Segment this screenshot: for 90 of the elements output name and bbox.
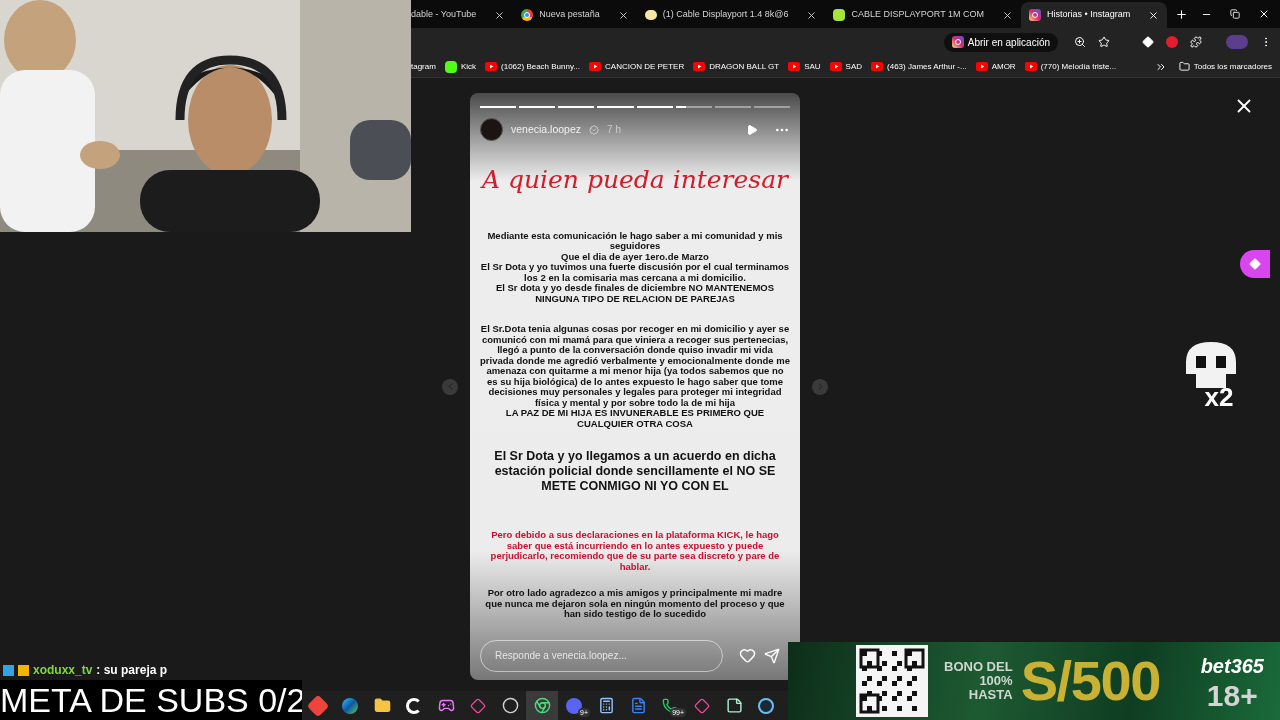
youtube-icon xyxy=(871,62,884,71)
crown-icon xyxy=(18,664,29,676)
play-icon[interactable] xyxy=(746,123,758,136)
bookmark-item[interactable]: (1062) Beach Bunny... xyxy=(485,60,581,73)
bookmark-item[interactable]: tagram xyxy=(411,60,436,73)
story-heading: A quien pueda interesar xyxy=(481,164,789,196)
bookmark-star-icon[interactable] xyxy=(1098,36,1110,48)
close-icon[interactable] xyxy=(1002,9,1014,21)
all-bookmarks-item[interactable]: Todos los marcadores xyxy=(1178,60,1272,73)
extensions-icon[interactable] xyxy=(1190,36,1202,48)
youtube-icon xyxy=(975,62,988,71)
record-icon xyxy=(501,697,519,714)
story-text: Pero debido a sus declaraciones en la plataforma KICK, le hago saber que está incurriendo en lo antes expuesto y puede perjudicarlo, recomiendo que de su parte sea discreto y pare de hablar. xyxy=(489,530,781,572)
chrome-icon xyxy=(521,9,534,21)
document-icon xyxy=(629,697,647,714)
note-icon xyxy=(725,697,743,714)
browser-tab[interactable]: CABLE DISPLAYPORT 1M COM xyxy=(825,2,1022,28)
calculator-icon xyxy=(597,697,615,714)
bookmark-item[interactable]: SAU xyxy=(788,60,821,73)
new-tab-icon[interactable] xyxy=(1175,8,1189,21)
tab-title: Nueva pestaña xyxy=(539,8,600,22)
youtube-icon xyxy=(485,62,498,71)
youtube-icon xyxy=(693,62,706,71)
chrome-icon xyxy=(533,697,551,714)
youtube-icon xyxy=(788,62,801,71)
story-text: El Sr.Dota tenia algunas cosas por recoger en mi domicilio y ayer se comunicó con mi mamá para que viniera a recoger sus pertenecias, llegó a punto de la conversación donde quiso invadir mi vida privada donde me agredió verbalmente y emocionalmente donde me amenaza con quitarme a mi menor hija (ya todos sabemos que no es su hija biológica) de lo antes expuesto le hago saber que tome decisiones muy personales y legales para proteger mi integridad física y mental y por sobre todo la de mi hija LA PAZ DE MI HIJA ES INVUNERABLE ES PRIMERO QUE CUALQUIER OTRA COSA xyxy=(480,324,790,429)
ad-amount: S/500 xyxy=(1020,653,1160,709)
avatar[interactable] xyxy=(480,118,503,141)
close-icon[interactable] xyxy=(617,9,629,21)
kick-icon xyxy=(444,60,457,73)
diamond-icon xyxy=(1249,258,1261,270)
age-label: 18+ xyxy=(1206,681,1258,711)
subs-goal: META DE SUBS 0/2 xyxy=(0,680,302,720)
story-text: Por otro lado agradezco a mis amigos y principalmente mi madre que nunca me dejaron sola en ningún momento del proceso y que han sido testigo de lo sucedido xyxy=(484,588,786,620)
chat-username: xoduxx_tv xyxy=(33,662,93,679)
restore-icon[interactable] xyxy=(1230,9,1240,19)
chat-text: : su pareja p xyxy=(96,662,168,679)
bookmark-item[interactable]: SAD xyxy=(829,60,863,73)
story-text: Mediante esta comunicación le hago saber a mi comunidad y mis seguidores Que el dia de ayer 1ero.de Marzo El Sr Dota y yo tuvimos una fuerte discusión por el cual terminamos los 2 en la comisaria mas cercana a mi domicilio. El Sr dota y yo desde finales de diciembre NO MANTENEMOS NINGUNA TIPO DE RELACION DE PAREJAS xyxy=(480,230,790,304)
open-app-button[interactable]: Abrir en aplicación xyxy=(943,32,1058,52)
folder-icon xyxy=(1178,61,1190,72)
diamond-icon xyxy=(694,697,710,714)
ad-text: 100% xyxy=(979,674,1013,688)
youtube-icon xyxy=(1024,62,1037,71)
brand-logo: bet365 xyxy=(1200,654,1264,679)
steam-icon xyxy=(758,697,774,714)
instagram-icon xyxy=(1029,9,1042,21)
bookmark-item[interactable]: AMOR xyxy=(975,60,1016,73)
ad-text: HASTA xyxy=(968,688,1013,702)
diamond-icon xyxy=(470,697,486,714)
taskbar-button[interactable] xyxy=(526,691,558,720)
browser-tab[interactable]: Nueva pestaña xyxy=(513,2,637,28)
reply-input[interactable]: Responde a venecia.loopez... xyxy=(495,648,708,663)
send-icon[interactable] xyxy=(764,647,780,664)
badge-icon xyxy=(3,664,14,676)
qr-code-icon xyxy=(856,645,928,717)
like-icon[interactable] xyxy=(739,647,756,664)
close-icon[interactable] xyxy=(806,9,818,21)
browser-icon xyxy=(342,697,358,714)
chat-app-icon xyxy=(566,697,582,714)
story-text: El Sr Dota y yo llegamos a un acuerdo en dicha estación policial donde sencillamente el NO SE METE CONMIGO NI YO CON EL xyxy=(493,449,777,494)
extension-icon[interactable] xyxy=(1142,36,1154,48)
bookmark-item[interactable]: DRAGON BALL GT xyxy=(693,60,780,73)
bookmark-item[interactable]: Kick xyxy=(444,60,477,73)
gamepad-icon xyxy=(437,697,455,714)
tab-title: Historias • Instagram xyxy=(1047,8,1131,22)
close-icon[interactable] xyxy=(1258,8,1270,20)
zoom-icon[interactable] xyxy=(1074,36,1086,48)
story-time: 7 h xyxy=(607,123,621,137)
instagram-icon xyxy=(951,36,964,48)
bookmark-item[interactable]: (770) Melodía triste... xyxy=(1024,60,1117,73)
g-logo-icon xyxy=(406,697,422,714)
tab-title: CABLE DISPLAYPORT 1M COM xyxy=(851,8,985,22)
close-icon[interactable] xyxy=(1148,9,1160,21)
bookmark-item[interactable]: CANCION DE PETER xyxy=(589,60,685,73)
browser-tab[interactable]: dable - YouTube xyxy=(411,2,514,28)
browser-tab[interactable]: Historias • Instagram xyxy=(1021,2,1168,28)
folder-icon xyxy=(373,697,391,714)
youtube-icon xyxy=(589,62,602,71)
browser-tab[interactable]: (1) Cable Displayport 1.4 8k@6 xyxy=(636,2,826,28)
close-icon[interactable] xyxy=(494,9,506,21)
tab-title: dable - YouTube xyxy=(411,8,477,22)
shop-icon xyxy=(833,9,846,21)
verified-icon xyxy=(589,124,600,135)
tab-title: (1) Cable Displayport 1.4 8k@6 xyxy=(662,8,789,22)
floating-button[interactable] xyxy=(1240,250,1270,278)
emote-multiplier: x2 xyxy=(1204,381,1234,414)
bookmark-item[interactable]: (463) James Arthur -... xyxy=(871,60,967,73)
ad-text: BONO DEL xyxy=(944,660,1013,674)
youtube-icon xyxy=(829,62,842,71)
